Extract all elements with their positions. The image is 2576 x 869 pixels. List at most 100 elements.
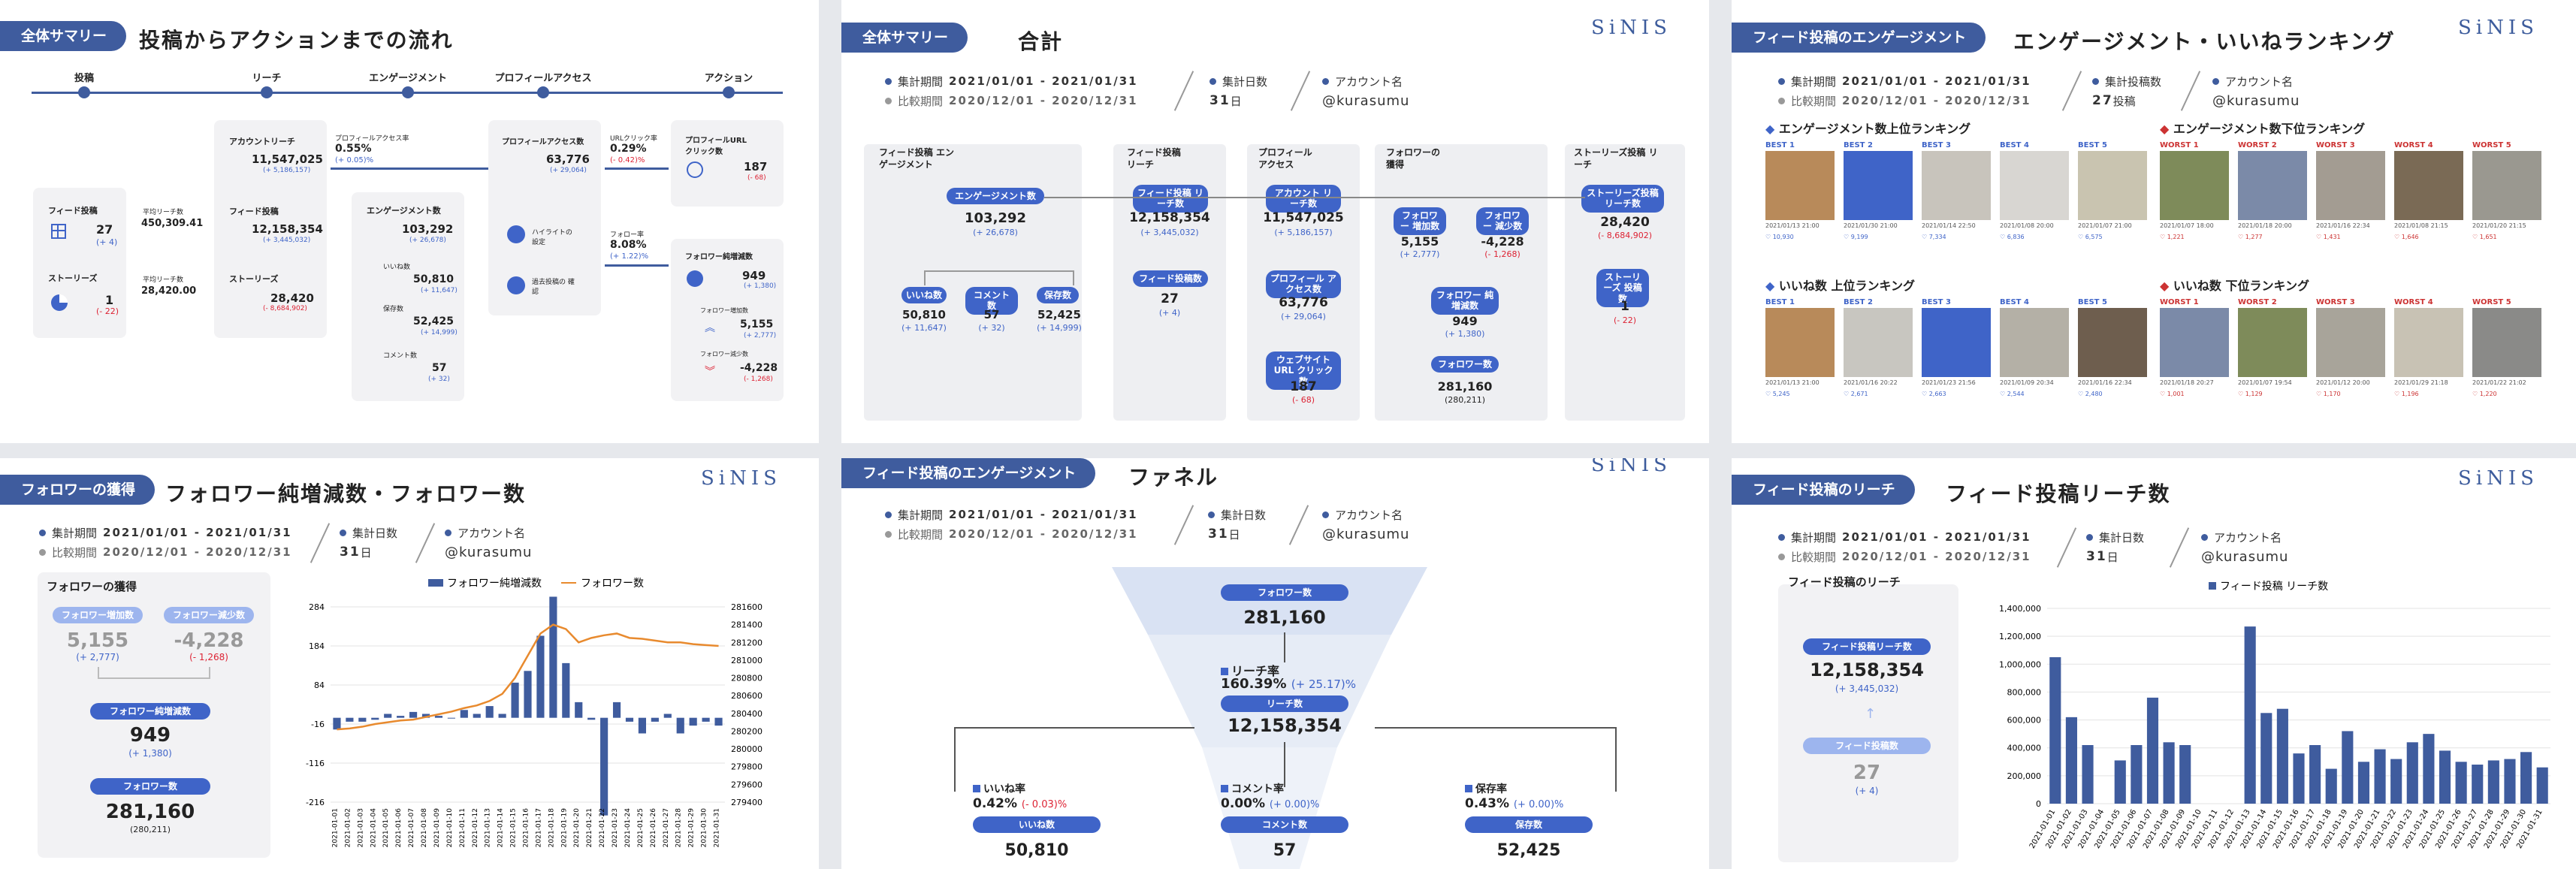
ranking-title: ◆ いいね数 下位ランキング <box>2160 279 2309 293</box>
follow-inc-pill: フォロワー 増加数 <box>1394 207 1446 235</box>
avg-reach-value-1: 450,309.41 <box>141 218 204 229</box>
save-rate-value: 0.43% (+ 0.00)% <box>1465 796 1564 811</box>
reach-rate-value: 160.39% (+ 25.17)% <box>1221 676 1357 692</box>
engagement-label: エンゲージメント数 <box>367 206 441 216</box>
post-thumbnail <box>2238 308 2307 377</box>
ranking-post[interactable]: WORST 3 2021/01/12 20:00 ♡ 1,170 <box>2316 298 2385 397</box>
post-thumbnail <box>2394 151 2463 220</box>
post-date: 2021/01/22 21:02 <box>2472 379 2526 386</box>
ranking-post[interactable]: BEST 1 2021/01/13 21:00 ♡ 10,930 <box>1765 141 1835 240</box>
rank-badge: BEST 2 <box>1844 298 1873 306</box>
bar <box>2244 626 2256 804</box>
panel-title: 投稿からアクションまでの流れ <box>139 28 454 53</box>
stage-action: アクション <box>704 73 753 84</box>
panel-feed-reach: フィード投稿のリーチ フィード投稿リーチ数 SiNIS 集計期間 2021/01/… <box>1732 458 2576 869</box>
arrow-connector <box>605 264 669 267</box>
ranking-post[interactable]: BEST 5 2021/01/16 22:34 ♡ 2,480 <box>2078 298 2147 397</box>
ranking-post[interactable]: WORST 4 2021/01/29 21:18 ♡ 1,196 <box>2394 298 2463 397</box>
ranking-post[interactable]: BEST 3 2021/01/14 22:50 ♡ 7,334 <box>1922 141 1991 240</box>
bar <box>384 714 392 718</box>
dec-delta: (- 1,268) <box>189 652 228 662</box>
posts-pill: フィード投稿数 <box>1803 738 1931 755</box>
comments-value: 57 <box>1273 841 1297 860</box>
col-title-stories: ストーリーズ投稿 リーチ <box>1574 147 1658 170</box>
ranking-post[interactable]: BEST 2 2021/01/30 21:00 ♡ 9,199 <box>1844 141 1913 240</box>
bar <box>358 717 367 722</box>
x-tick: 2021-01-06 <box>395 808 403 848</box>
x-tick: 2021-01-12 <box>472 808 479 847</box>
section-tag: 全体サマリー <box>0 21 127 51</box>
post-thumbnail <box>2316 308 2385 377</box>
ranking-post[interactable]: BEST 2 2021/01/16 20:22 ♡ 2,671 <box>1844 298 1913 397</box>
feed-reach-delta: (+ 3,445,032) <box>263 237 311 244</box>
profile-access-label: プロフィールアクセス数 <box>502 138 584 146</box>
ranking-post[interactable]: BEST 4 2021/01/09 20:34 ♡ 2,544 <box>2000 298 2069 397</box>
ranking-post[interactable]: WORST 4 2021/01/08 21:15 ♡ 1,646 <box>2394 141 2463 240</box>
saves-value: 52,425 <box>413 315 454 327</box>
post-thumbnail <box>1765 151 1835 220</box>
bar <box>2439 750 2451 804</box>
rank-badge: WORST 5 <box>2472 141 2511 149</box>
post-date: 2021/01/29 21:18 <box>2394 379 2448 386</box>
post-date: 2021/01/08 20:00 <box>2000 222 2054 229</box>
ranking-post[interactable]: BEST 4 2021/01/08 20:00 ♡ 6,836 <box>2000 141 2069 240</box>
section-tag: フォロワーの獲得 <box>0 475 156 505</box>
ranking-post[interactable]: BEST 3 2021/01/23 21:56 ♡ 2,663 <box>1922 298 1991 397</box>
ranking-post[interactable]: WORST 2 2021/01/18 20:00 ♡ 1,277 <box>2238 141 2307 240</box>
timeline <box>32 86 783 98</box>
ranking-post[interactable]: WORST 5 2021/01/20 21:15 ♡ 1,651 <box>2472 141 2541 240</box>
y-tick: 1,000,000 <box>1999 659 2041 669</box>
bar <box>2325 768 2337 804</box>
post-thumbnail <box>2078 308 2147 377</box>
report-meta: 集計期間 2021/01/01 - 2021/01/31 比較期間 2020/12/… <box>39 523 292 562</box>
double-down-icon: ︾ <box>705 366 715 378</box>
tree-connector <box>924 270 1074 285</box>
y-right-tick: 280000 <box>731 744 763 754</box>
ranking-post[interactable]: WORST 5 2021/01/22 21:02 ♡ 1,220 <box>2472 298 2541 397</box>
x-tick: 2021-01-05 <box>382 808 390 847</box>
follow-inc-delta: (+ 2,777) <box>1400 249 1440 259</box>
ranking-post[interactable]: WORST 1 2021/01/18 20:27 ♡ 1,001 <box>2160 298 2229 397</box>
y-tick: 600,000 <box>2007 716 2042 726</box>
feed-reach-label: フィード投稿 <box>229 207 279 216</box>
x-tick: 2021-01-16 <box>523 808 530 848</box>
rank-badge: BEST 3 <box>1922 141 1951 149</box>
inc-delta: (+ 2,777) <box>76 652 119 662</box>
post-value: ♡ 1,646 <box>2394 234 2419 240</box>
ranking-post[interactable]: WORST 2 2021/01/07 19:54 ♡ 1,129 <box>2238 298 2307 397</box>
rank-badge: BEST 4 <box>2000 141 2029 149</box>
y-left-tick: 184 <box>309 641 325 651</box>
panel-flow-summary: 全体サマリー 投稿からアクションまでの流れ 投稿 リーチ エンゲージメント プロ… <box>0 0 819 443</box>
rank-badge: BEST 3 <box>1922 298 1951 306</box>
x-tick: 2021-01-30 <box>701 808 708 848</box>
profile-access-delta: (+ 29,064) <box>550 167 587 174</box>
post-thumbnail <box>2000 151 2069 220</box>
follow-rate-label: フォロー率 <box>610 231 645 239</box>
rank-badge: WORST 3 <box>2316 298 2355 306</box>
reach-pill: フィード投稿リーチ数 <box>1803 638 1931 656</box>
rank-badge: BEST 5 <box>2078 141 2107 149</box>
net-follow-pill: フォロワー 純増減数 <box>1431 287 1499 315</box>
panel-title: フォロワー純増減数・フォロワー数 <box>165 481 527 506</box>
ranking-post[interactable]: BEST 5 2021/01/07 21:00 ♡ 6,575 <box>2078 141 2147 240</box>
ranking-post[interactable]: WORST 1 2021/01/07 18:00 ♡ 1,221 <box>2160 141 2229 240</box>
bar <box>612 702 621 718</box>
rank-badge: WORST 1 <box>2160 141 2199 149</box>
stories-delta: (- 22) <box>96 306 119 316</box>
account-meta: アカウント名 @kurasumu <box>445 526 533 560</box>
panel-title: 合計 <box>1018 29 1064 54</box>
url-clicks-value: 187 <box>744 160 768 173</box>
panel-funnel: フィード投稿のエンゲージメント ファネル SiNIS 集計期間 2021/01/0… <box>841 458 1709 869</box>
bar <box>2065 717 2077 804</box>
account-reach-value: 11,547,025 <box>1263 210 1344 225</box>
rank-badge: WORST 4 <box>2394 298 2433 306</box>
story-reach-value: 28,420 <box>270 291 314 305</box>
ranking-post[interactable]: WORST 3 2021/01/16 22:34 ♡ 1,431 <box>2316 141 2385 240</box>
post-date: 2021/01/13 21:00 <box>1765 379 1820 386</box>
comments-value: 57 <box>983 308 1000 321</box>
x-tick: 2021-01-31 <box>714 808 721 847</box>
follow-dec-delta: (- 1,268) <box>744 376 773 383</box>
brand-logo: SiNIS <box>701 467 781 490</box>
ranking-post[interactable]: BEST 1 2021/01/13 21:00 ♡ 5,245 <box>1765 298 1835 397</box>
rank-badge: WORST 1 <box>2160 298 2199 306</box>
